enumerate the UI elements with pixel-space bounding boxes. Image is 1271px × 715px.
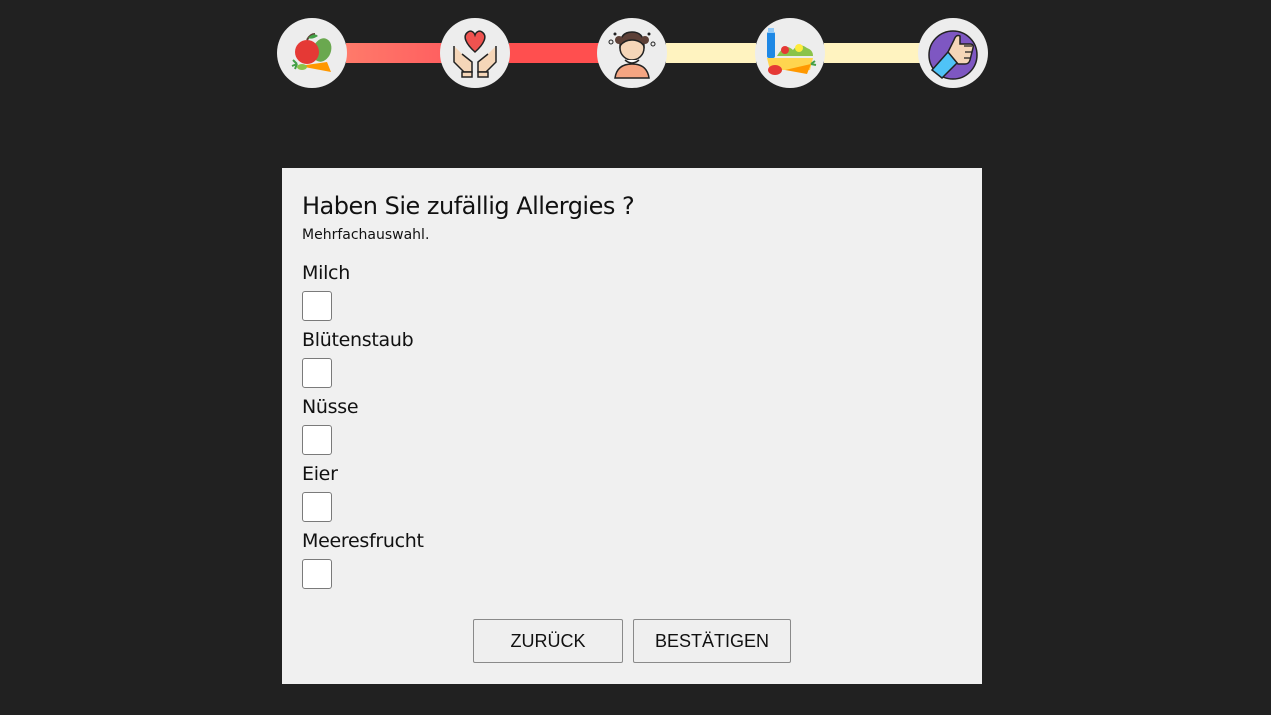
step-5[interactable] — [918, 18, 988, 88]
checkbox-meeresfrucht[interactable] — [302, 559, 332, 589]
connector-4 — [824, 43, 920, 63]
thumbs-up-icon — [928, 30, 978, 80]
checkbox-eier[interactable] — [302, 492, 332, 522]
option-label-nuesse: Nüsse — [302, 396, 359, 418]
back-button[interactable]: ZURÜCK — [473, 619, 623, 663]
checkbox-nuesse[interactable] — [302, 425, 332, 455]
step-1[interactable] — [277, 18, 347, 88]
allergy-person-icon — [608, 31, 656, 79]
option-label-meeresfrucht: Meeresfrucht — [302, 530, 424, 552]
question-title: Haben Sie zufällig Allergies ? — [302, 192, 635, 220]
step-3[interactable] — [597, 18, 667, 88]
checkbox-milch[interactable] — [302, 291, 332, 321]
option-label-milch: Milch — [302, 262, 350, 284]
multi-select-hint: Mehrfachauswahl. — [302, 227, 430, 243]
connector-1 — [346, 43, 442, 63]
step-2[interactable] — [440, 18, 510, 88]
fruits-vegetables-icon — [291, 33, 332, 72]
option-label-bluetenstaub: Blütenstaub — [302, 329, 414, 351]
connector-3 — [666, 43, 756, 63]
question-card: Haben Sie zufällig Allergies ? Mehrfacha… — [282, 168, 982, 684]
groceries-icon — [767, 28, 817, 75]
option-label-eier: Eier — [302, 463, 338, 485]
connector-2 — [509, 43, 599, 63]
hands-heart-icon — [453, 30, 497, 78]
progress-stepper — [0, 0, 1271, 110]
confirm-button[interactable]: BESTÄTIGEN — [633, 619, 791, 663]
step-4[interactable] — [755, 18, 825, 88]
checkbox-bluetenstaub[interactable] — [302, 358, 332, 388]
